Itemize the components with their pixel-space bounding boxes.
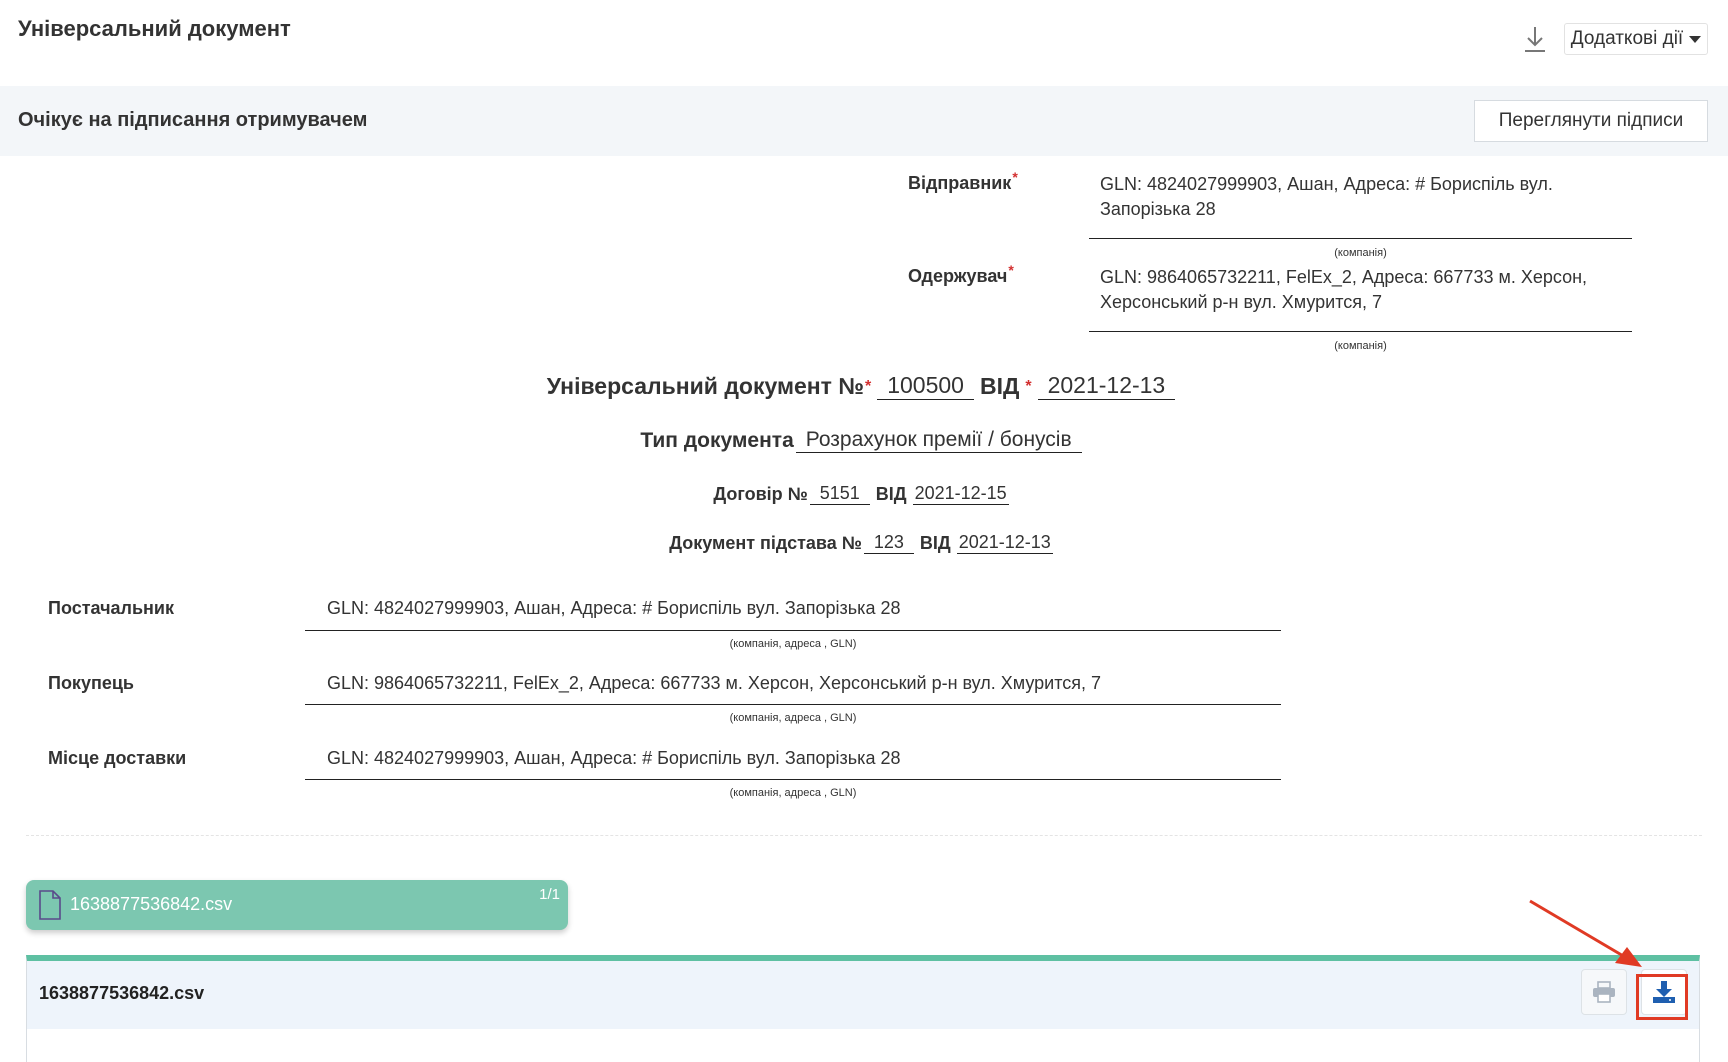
document-from-label: ВІД: [979, 373, 1020, 399]
buyer-hint: (компанія, адреса , GLN): [729, 712, 857, 724]
basis-document-label: Документ підстава №: [669, 533, 862, 553]
print-button[interactable]: [1581, 969, 1627, 1015]
buyer-label: Покупець: [48, 673, 134, 693]
recipient-label-text: Одержувач: [908, 266, 1008, 286]
document-type-label: Тип документа: [640, 429, 794, 452]
attachment-tab[interactable]: 1638877536842.csv 1/1: [26, 880, 568, 930]
file-icon: [38, 890, 62, 925]
document-number-field[interactable]: 100500: [877, 372, 974, 400]
sender-label: Відправник*: [908, 169, 1018, 194]
recipient-label: Одержувач*: [908, 262, 1014, 287]
contract-number-field[interactable]: 5151: [809, 483, 870, 505]
attachment-viewer-header: 1638877536842.csv: [27, 961, 1699, 1029]
contract-label: Договір №: [713, 484, 808, 504]
required-mark: *: [1008, 262, 1014, 278]
additional-actions-dropdown[interactable]: Додаткові дії: [1564, 23, 1708, 55]
supplier-label: Постачальник: [48, 598, 174, 618]
recipient-underline: [1089, 331, 1632, 332]
document-number-row: Універсальний документ № * 100500 ВІД * 2…: [0, 372, 1728, 400]
printer-icon: [1593, 981, 1615, 1003]
attachment-tab-count: 1/1: [539, 886, 560, 903]
top-bar: Універсальний документ Додаткові дії: [0, 0, 1728, 86]
basis-number-field[interactable]: 123: [863, 532, 914, 554]
buyer-underline: [305, 704, 1281, 705]
basis-from-label: ВІД: [919, 533, 951, 553]
sender-underline: [1089, 238, 1632, 239]
basis-document-row: Документ підстава № 123 ВІД 2021-12-13: [0, 532, 1728, 554]
delivery-place-hint: (компанія, адреса , GLN): [729, 787, 857, 799]
annotation-highlight-box: [1636, 974, 1688, 1020]
supplier-underline: [305, 630, 1281, 631]
required-mark: *: [1025, 378, 1032, 395]
attachment-viewer-name: 1638877536842.csv: [39, 983, 205, 1003]
supplier-field[interactable]: GLN: 4824027999903, Ашан, Адреса: # Бори…: [327, 598, 901, 619]
section-divider: [26, 835, 1702, 836]
contract-row: Договір № 5151 ВІД 2021-12-15: [0, 483, 1728, 505]
page-title: Універсальний документ: [18, 16, 291, 41]
buyer-field[interactable]: GLN: 9864065732211, FelEx_2, Адреса: 667…: [327, 673, 1101, 694]
status-text: Очікує на підписання отримувачем: [18, 109, 368, 131]
delivery-place-field[interactable]: GLN: 4824027999903, Ашан, Адреса: # Бори…: [327, 748, 901, 769]
recipient-hint: (компанія): [1334, 340, 1387, 352]
delivery-place-underline: [305, 779, 1281, 780]
chevron-down-icon: [1689, 35, 1702, 43]
sender-field[interactable]: GLN: 4824027999903, Ашан, Адреса: # Бори…: [1089, 172, 1629, 222]
delivery-place-label: Місце доставки: [48, 748, 187, 768]
status-bar: Очікує на підписання отримувачем Перегля…: [0, 86, 1728, 156]
required-mark: *: [1012, 169, 1018, 185]
document-type-row: Тип документа Розрахунок премії / бонусі…: [0, 428, 1728, 453]
supplier-hint: (компанія, адреса , GLN): [729, 638, 857, 650]
required-mark: *: [864, 378, 872, 395]
contract-from-label: ВІД: [875, 484, 907, 504]
sender-hint: (компанія): [1334, 247, 1387, 259]
document-type-field[interactable]: Розрахунок премії / бонусів: [795, 428, 1082, 453]
attachment-viewer: 1638877536842.csv: [26, 955, 1700, 1062]
download-icon[interactable]: [1521, 24, 1549, 54]
basis-date-field[interactable]: 2021-12-13: [956, 532, 1053, 554]
additional-actions-label: Додаткові дії: [1570, 28, 1684, 49]
view-signatures-button[interactable]: Переглянути підписи: [1474, 100, 1708, 142]
attachment-tab-name: 1638877536842.csv: [70, 894, 233, 914]
contract-date-field[interactable]: 2021-12-15: [912, 483, 1009, 505]
annotation-arrow-icon: [1529, 899, 1642, 967]
document-title-label: Універсальний документ №: [546, 373, 864, 399]
sender-label-text: Відправник: [908, 173, 1012, 193]
recipient-field[interactable]: GLN: 9864065732211, FelEx_2, Адреса: 667…: [1089, 265, 1629, 315]
document-date-field[interactable]: 2021-12-13: [1037, 372, 1176, 400]
